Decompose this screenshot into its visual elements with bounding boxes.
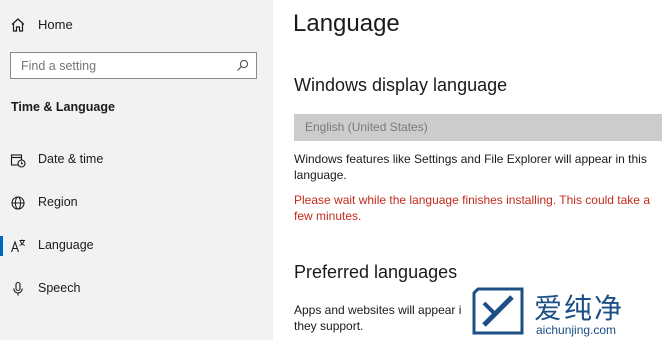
sidebar: Home Find a setting Time & Language Date… xyxy=(0,0,273,340)
search-icon[interactable] xyxy=(236,59,249,72)
display-language-heading: Windows display language xyxy=(294,75,508,95)
display-language-description: Windows features like Settings and File … xyxy=(294,152,647,182)
language-icon xyxy=(10,239,25,253)
display-language-value: English (United States) xyxy=(305,120,428,134)
section-title: Time & Language xyxy=(11,100,115,114)
sidebar-item-language[interactable]: Language xyxy=(0,229,273,263)
home-label: Home xyxy=(38,17,73,32)
sidebar-item-label: Date & time xyxy=(38,152,104,166)
watermark-url: aichunjing.com xyxy=(536,323,617,337)
watermark: 爱纯净 aichunjing.com xyxy=(470,285,662,340)
watermark-brand: 爱纯净 xyxy=(534,293,625,324)
sidebar-item-speech[interactable]: Speech xyxy=(0,272,273,306)
sidebar-item-date-time[interactable]: Date & time xyxy=(0,143,273,177)
sidebar-item-label: Language xyxy=(38,238,94,252)
home-nav-item[interactable]: Home xyxy=(0,8,273,42)
search-placeholder: Find a setting xyxy=(21,59,97,73)
sidebar-item-label: Region xyxy=(38,195,78,209)
watermark-logo xyxy=(472,287,524,335)
install-warning: Please wait while the language finishes … xyxy=(294,193,650,223)
sidebar-item-region[interactable]: Region xyxy=(0,186,273,220)
page-title: Language xyxy=(293,10,400,37)
microphone-icon xyxy=(13,281,23,296)
display-language-select[interactable]: English (United States) xyxy=(294,114,662,141)
preferred-languages-description: Apps and websites will appear i they sup… xyxy=(294,303,462,333)
sidebar-item-label: Speech xyxy=(38,281,81,295)
calendar-clock-icon xyxy=(10,154,26,168)
preferred-languages-heading: Preferred languages xyxy=(294,262,458,282)
home-icon xyxy=(11,18,25,32)
search-input[interactable]: Find a setting xyxy=(10,52,257,79)
globe-icon xyxy=(11,196,25,210)
